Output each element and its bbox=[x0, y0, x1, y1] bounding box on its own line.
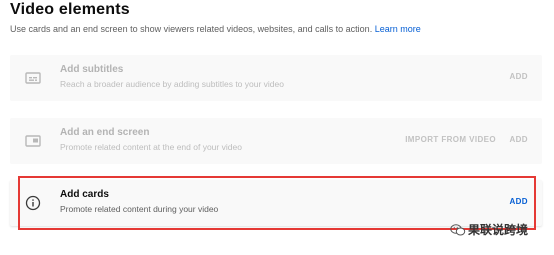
subtitles-row[interactable]: Add subtitles Reach a broader audience b… bbox=[10, 55, 542, 101]
import-from-video-button[interactable]: IMPORT FROM VIDEO bbox=[405, 135, 496, 144]
subtitles-row-title: Add subtitles bbox=[60, 64, 124, 75]
section-description: Use cards and an end screen to show view… bbox=[10, 24, 421, 34]
cards-row-description: Promote related content during your vide… bbox=[60, 204, 219, 214]
end-screen-row[interactable]: Add an end screen Promote related conten… bbox=[10, 118, 542, 164]
info-icon bbox=[24, 194, 42, 212]
subtitles-row-description: Reach a broader audience by adding subti… bbox=[60, 79, 284, 89]
learn-more-link[interactable]: Learn more bbox=[375, 24, 421, 34]
add-cards-button[interactable]: ADD bbox=[509, 197, 528, 206]
end-screen-row-description: Promote related content at the end of yo… bbox=[60, 142, 242, 152]
cards-row-title: Add cards bbox=[60, 189, 109, 200]
subtitles-icon bbox=[24, 69, 42, 87]
add-end-screen-button[interactable]: ADD bbox=[509, 135, 528, 144]
wechat-icon bbox=[450, 223, 466, 236]
section-title: Video elements bbox=[10, 1, 130, 18]
end-screen-icon bbox=[24, 132, 42, 150]
watermark: 果联说跨境 bbox=[450, 220, 528, 238]
section-description-text: Use cards and an end screen to show view… bbox=[10, 24, 373, 34]
end-screen-row-title: Add an end screen bbox=[60, 127, 150, 138]
watermark-text: 果联说跨境 bbox=[468, 222, 529, 237]
add-subtitles-button[interactable]: ADD bbox=[509, 72, 528, 81]
